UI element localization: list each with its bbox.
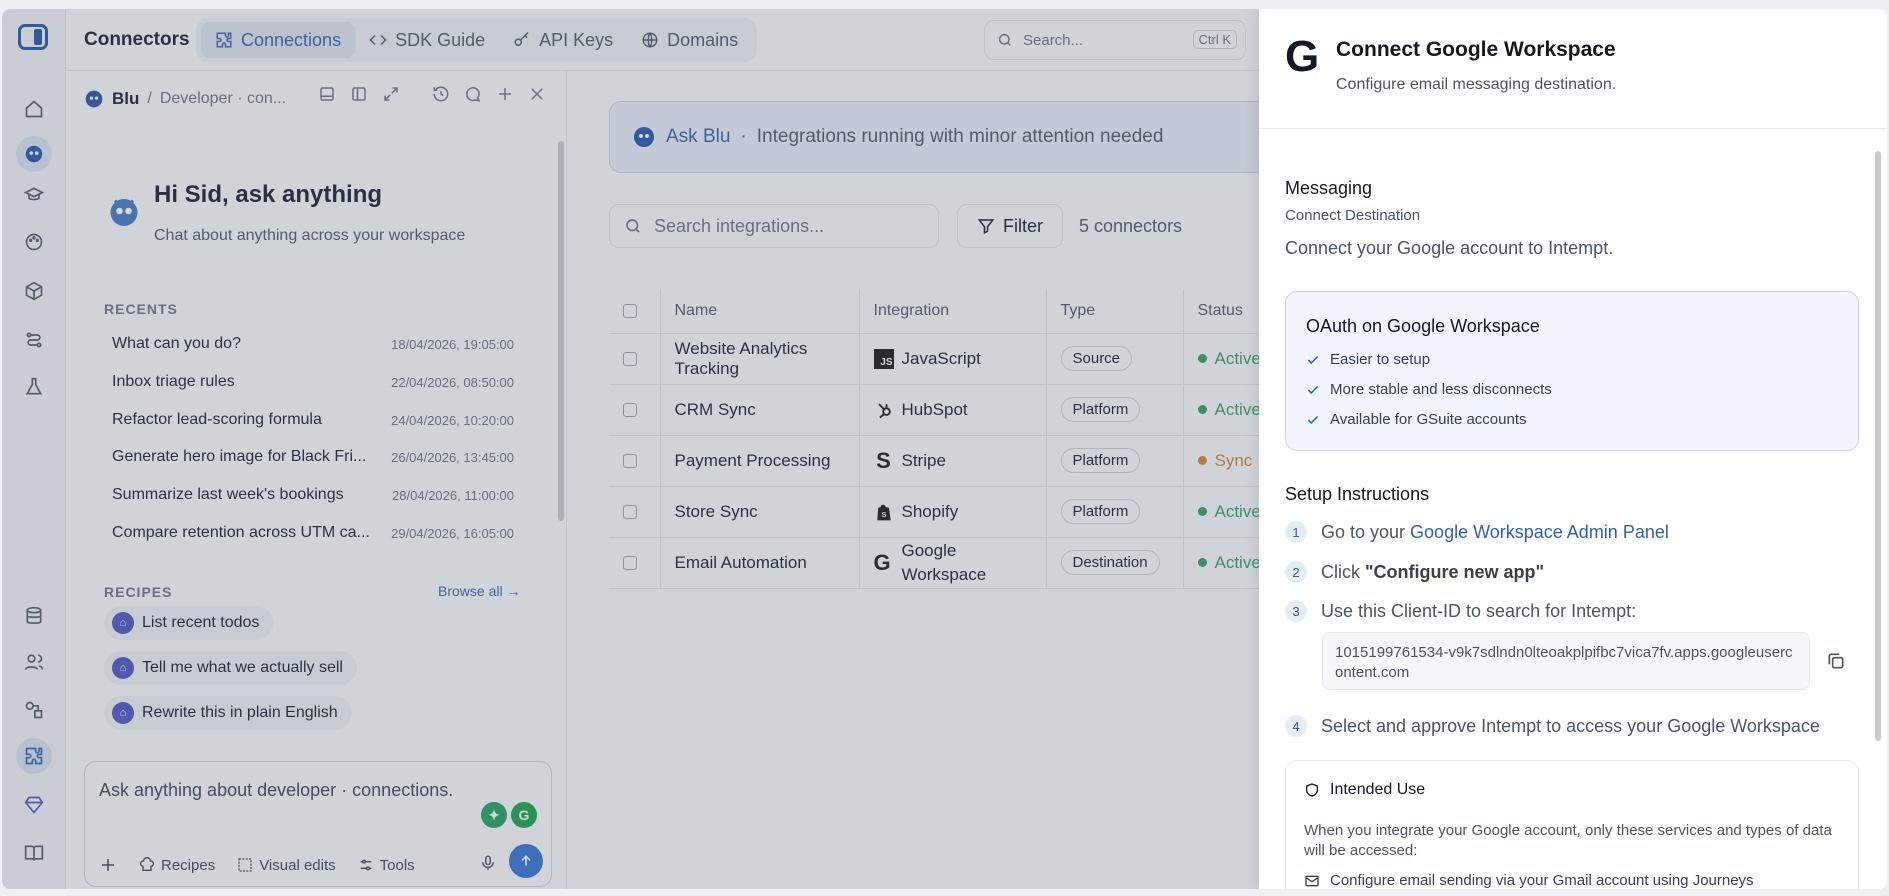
connect-google-drawer: G Connect Google Workspace Configure ema…: [1259, 9, 1887, 889]
drawer-subtitle: Configure email messaging destination.: [1336, 76, 1617, 93]
oauth-point-text: Easier to setup: [1330, 351, 1431, 368]
intended-use-title: Intended Use: [1330, 781, 1426, 798]
drawer-scrollbar[interactable]: [1875, 151, 1881, 741]
oauth-point-text: More stable and less disconnects: [1330, 381, 1552, 398]
setup-step: 1 Go to your Google Workspace Admin Pane…: [1285, 521, 1669, 543]
mail-icon: [1305, 875, 1319, 886]
admin-panel-link[interactable]: Google Workspace Admin Panel: [1410, 522, 1669, 542]
step-text: Use this Client-ID to search for Intempt…: [1321, 600, 1637, 621]
step-number: 4: [1285, 715, 1307, 737]
step-number: 2: [1285, 561, 1307, 583]
oauth-point: Available for GSuite accounts: [1306, 411, 1527, 428]
step-bold-text: "Configure new app": [1365, 561, 1545, 582]
copy-icon[interactable]: [1826, 651, 1846, 671]
oauth-point: More stable and less disconnects: [1306, 381, 1552, 398]
section-subtitle: Connect Destination: [1285, 207, 1421, 224]
modal-overlay[interactable]: [2, 9, 1259, 889]
intended-use-item-text: Configure email sending via your Gmail a…: [1330, 872, 1754, 889]
oauth-title: OAuth on Google Workspace: [1306, 316, 1540, 336]
step-text: Go to your: [1321, 521, 1411, 542]
oauth-card: OAuth on Google Workspace Easier to setu…: [1285, 291, 1859, 451]
client-id-field[interactable]: 1015199761534-v9k7sdlndn0lteoakplpifbc7v…: [1322, 632, 1810, 690]
drawer-title: Connect Google Workspace: [1336, 38, 1616, 61]
app-window: Connectors Connections SDK Guide API Key…: [2, 9, 1887, 889]
intended-use-text: When you integrate your Google account, …: [1304, 822, 1832, 859]
setup-step: 3 Use this Client-ID to search for Intem…: [1285, 600, 1636, 622]
check-icon: [1307, 385, 1319, 394]
check-icon: [1307, 415, 1319, 424]
check-icon: [1307, 355, 1319, 364]
intended-use-item: Configure email sending via your Gmail a…: [1304, 872, 1754, 889]
setup-step: 2 Click "Configure new app": [1285, 561, 1544, 583]
setup-step: 4 Select and approve Intempt to access y…: [1285, 715, 1820, 737]
shield-icon: [1306, 783, 1318, 797]
drawer-header: G Connect Google Workspace Configure ema…: [1259, 9, 1887, 129]
oauth-point-text: Available for GSuite accounts: [1330, 411, 1527, 428]
step-number: 1: [1285, 521, 1307, 543]
step-number: 3: [1285, 600, 1307, 622]
google-icon: G: [1285, 32, 1320, 81]
oauth-point: Easier to setup: [1306, 351, 1430, 368]
step-text: Select and approve Intempt to access you…: [1321, 715, 1820, 736]
intended-use-card: Intended Use When you integrate your Goo…: [1285, 760, 1859, 889]
setup-title: Setup Instructions: [1285, 484, 1430, 504]
section-title: Messaging: [1285, 178, 1373, 198]
intro-text: Connect your Google account to Intempt.: [1285, 238, 1614, 258]
intended-use-header: Intended Use: [1304, 781, 1425, 799]
step-text: Click: [1321, 561, 1365, 582]
